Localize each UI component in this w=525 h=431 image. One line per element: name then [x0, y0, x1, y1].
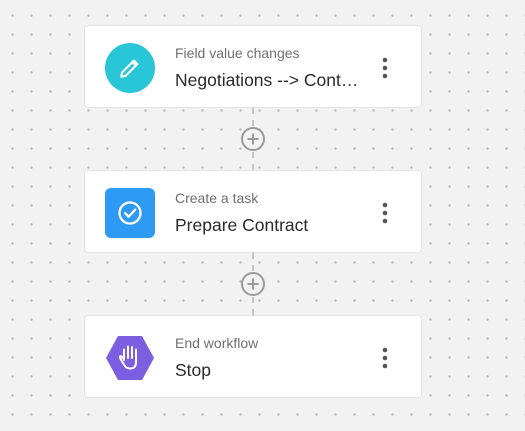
end-node-card[interactable]: End workflow Stop — [84, 315, 422, 398]
plus-circle-icon — [241, 272, 265, 296]
end-node-menu-button[interactable] — [375, 343, 395, 373]
connector-line — [252, 297, 254, 315]
trigger-node-card[interactable]: Field value changes Negotiations --> Con… — [84, 25, 422, 108]
add-step-button[interactable] — [240, 126, 266, 152]
trigger-node-title: Negotiations --> Contract — [175, 70, 363, 90]
pencil-icon — [105, 43, 155, 93]
task-node-subtitle: Create a task — [175, 190, 259, 206]
trigger-node-subtitle: Field value changes — [175, 45, 300, 61]
end-node-title: Stop — [175, 360, 211, 380]
more-vertical-icon — [382, 347, 388, 369]
connector-line — [252, 108, 254, 126]
task-node-card[interactable]: Create a task Prepare Contract — [84, 170, 422, 253]
workflow-canvas[interactable]: Field value changes Negotiations --> Con… — [0, 0, 525, 431]
add-step-button[interactable] — [240, 271, 266, 297]
task-node-title: Prepare Contract — [175, 215, 309, 235]
check-circle-icon — [105, 188, 155, 238]
more-vertical-icon — [382, 202, 388, 224]
connector-line — [252, 253, 254, 271]
trigger-node-menu-button[interactable] — [375, 53, 395, 83]
connector-line — [252, 152, 254, 170]
plus-circle-icon — [241, 127, 265, 151]
hand-stop-icon — [105, 333, 155, 383]
end-node-subtitle: End workflow — [175, 335, 259, 351]
more-vertical-icon — [382, 57, 388, 79]
task-node-menu-button[interactable] — [375, 198, 395, 228]
